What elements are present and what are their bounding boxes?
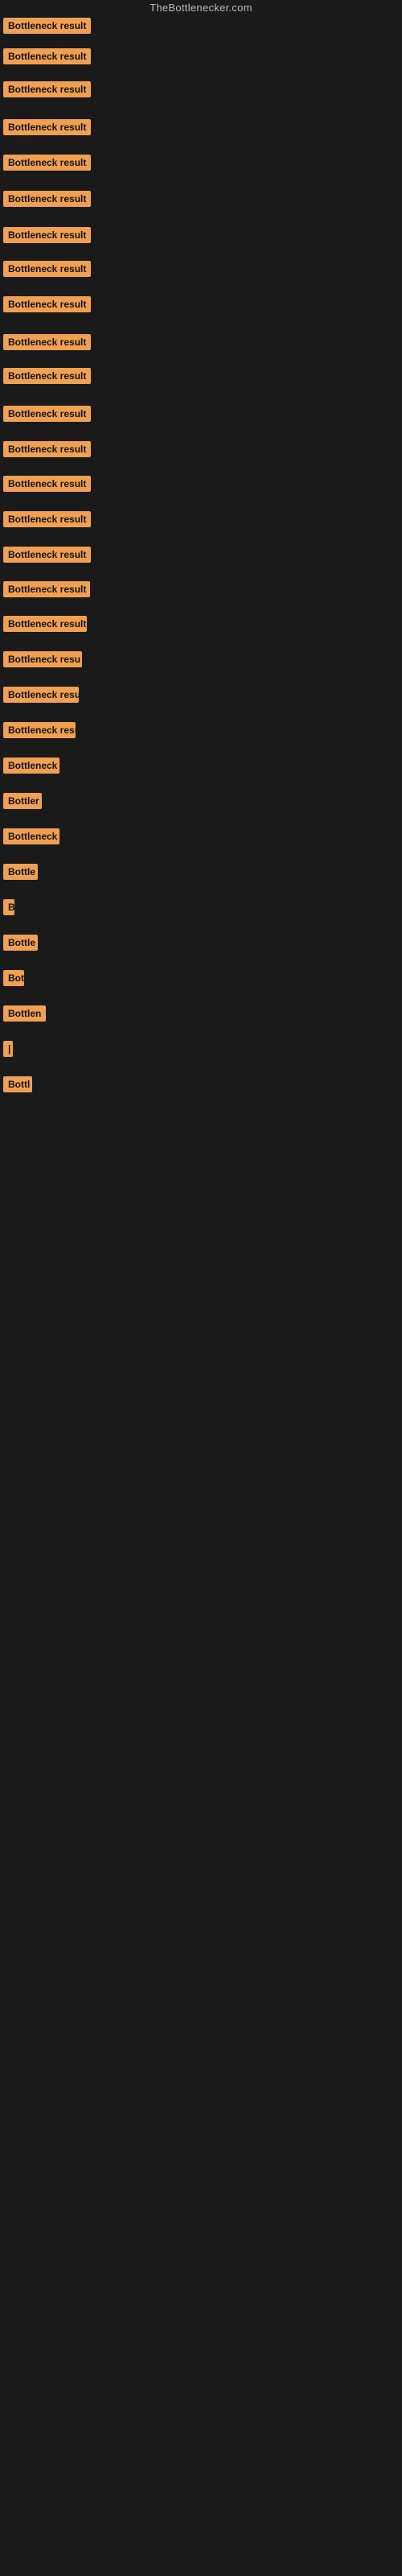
bottleneck-label-26: B bbox=[3, 899, 14, 915]
bottleneck-label-16: Bottleneck result bbox=[3, 547, 91, 563]
site-title: TheBottlenecker.com bbox=[0, 2, 402, 14]
bottleneck-label-10: Bottleneck result bbox=[3, 334, 91, 350]
bottleneck-label-29: Bottlen bbox=[3, 1005, 46, 1022]
bottleneck-label-7: Bottleneck result bbox=[3, 227, 91, 243]
bottleneck-label-4: Bottleneck result bbox=[3, 119, 91, 135]
bottleneck-label-17: Bottleneck result bbox=[3, 581, 90, 597]
bottleneck-label-1: Bottleneck result bbox=[3, 18, 91, 34]
bottleneck-label-28: Bot bbox=[3, 970, 24, 986]
bottleneck-label-11: Bottleneck result bbox=[3, 368, 91, 384]
bottleneck-label-23: Bottler bbox=[3, 793, 42, 809]
bottleneck-label-19: Bottleneck resu bbox=[3, 651, 82, 667]
bottleneck-label-6: Bottleneck result bbox=[3, 191, 91, 207]
bottleneck-label-27: Bottle bbox=[3, 935, 38, 951]
bottleneck-label-14: Bottleneck result bbox=[3, 476, 91, 492]
bottleneck-label-31: Bottl bbox=[3, 1076, 32, 1092]
bottleneck-label-18: Bottleneck result bbox=[3, 616, 87, 632]
bottleneck-label-30: | bbox=[3, 1041, 13, 1057]
bottleneck-label-24: Bottleneck bbox=[3, 828, 59, 844]
bottleneck-label-2: Bottleneck result bbox=[3, 48, 91, 64]
bottleneck-label-5: Bottleneck result bbox=[3, 155, 91, 171]
bottleneck-label-9: Bottleneck result bbox=[3, 296, 91, 312]
bottleneck-label-22: Bottleneck bbox=[3, 758, 59, 774]
bottleneck-label-3: Bottleneck result bbox=[3, 81, 91, 97]
bottleneck-label-21: Bottleneck resu bbox=[3, 722, 76, 738]
bottleneck-label-12: Bottleneck result bbox=[3, 406, 91, 422]
bottleneck-label-20: Bottleneck resu bbox=[3, 687, 79, 703]
bottleneck-label-25: Bottle bbox=[3, 864, 38, 880]
bottleneck-label-8: Bottleneck result bbox=[3, 261, 91, 277]
bottleneck-label-15: Bottleneck result bbox=[3, 511, 91, 527]
bottleneck-label-13: Bottleneck result bbox=[3, 441, 91, 457]
